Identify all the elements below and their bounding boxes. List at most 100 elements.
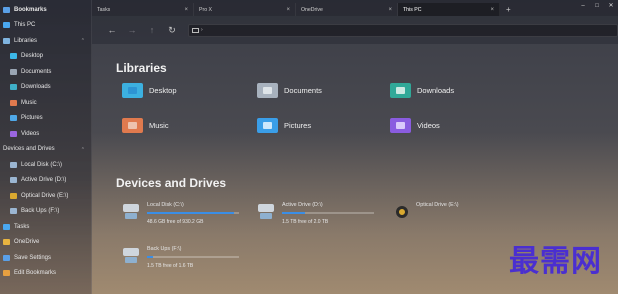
refresh-icon[interactable]: ↻ — [162, 25, 182, 36]
drive-name: Back Ups (F:\) — [147, 246, 182, 252]
sidebar-item[interactable]: Active Drive (D:\) — [0, 173, 91, 189]
close-window-button[interactable]: ✕ — [604, 0, 618, 12]
folder-badge-icon — [128, 122, 137, 129]
sidebar-item-label: Save Settings — [14, 254, 52, 261]
address-chevron-icon: › — [201, 27, 203, 33]
sidebar-item[interactable]: Pictures — [0, 111, 91, 127]
sidebar-item[interactable]: Tasks — [0, 219, 91, 235]
disk-icon — [10, 208, 17, 215]
minimize-button[interactable]: – — [576, 0, 590, 12]
sidebar-item-label: Pictures — [21, 115, 43, 122]
close-icon[interactable]: × — [286, 7, 290, 13]
sidebar-item-label: Videos — [21, 130, 40, 137]
sidebar-item-label: This PC — [14, 22, 36, 29]
tab-pro-x[interactable]: Pro X × — [194, 3, 296, 16]
documents-folder-icon — [257, 83, 278, 98]
drive-item[interactable]: Local Disk (C:\) 48.6 GB free of 930.2 GB — [122, 202, 239, 225]
library-label: Downloads — [417, 86, 455, 95]
maximize-button[interactable]: □ — [590, 0, 604, 12]
drive-item[interactable]: Optical Drive (E:\) — [390, 202, 459, 218]
drive-space: 1.5 TB free of 2.0 TB — [282, 219, 329, 225]
forward-arrow-icon[interactable]: → — [122, 25, 142, 35]
drive-info: Local Disk (C:\) 48.6 GB free of 930.2 GB — [147, 202, 239, 225]
drive-item[interactable]: Back Ups (F:\) 1.5 TB free of 1.6 TB — [122, 246, 239, 269]
tab-label: OneDrive — [301, 6, 323, 13]
sidebar-item[interactable]: Desktop — [0, 49, 91, 65]
usage-bar — [282, 212, 374, 214]
drive-info: Optical Drive (E:\) — [416, 202, 459, 212]
main-pane: Tasks × Pro X × OneDrive × This PC × + –… — [92, 0, 618, 294]
usage-bar-fill — [147, 212, 235, 214]
folder-badge-icon — [128, 87, 137, 94]
videos-folder-icon — [10, 130, 17, 137]
sidebar-item[interactable]: Downloads — [0, 80, 91, 96]
save-icon — [3, 254, 10, 261]
collapse-chevron-icon[interactable]: ⌃ — [81, 147, 85, 153]
library-item[interactable]: Desktop — [122, 83, 177, 98]
library-label: Documents — [284, 86, 322, 95]
tab-onedrive[interactable]: OneDrive × — [296, 3, 398, 16]
bookmark-icon — [3, 6, 10, 13]
libraries-heading: Libraries — [116, 61, 167, 75]
disk-icon — [10, 161, 17, 168]
tab-label: This PC — [403, 6, 422, 13]
sidebar-item-label: Libraries — [14, 37, 38, 44]
library-item[interactable]: Videos — [390, 118, 440, 133]
back-arrow-icon[interactable]: ← — [102, 25, 122, 35]
edit-icon — [3, 270, 10, 277]
disk-icon — [122, 246, 140, 266]
tab-tasks[interactable]: Tasks × — [92, 3, 194, 16]
close-icon[interactable]: × — [388, 7, 392, 13]
up-arrow-icon[interactable]: ↑ — [142, 25, 162, 35]
sidebar-item[interactable]: Videos — [0, 126, 91, 142]
library-item[interactable]: Music — [122, 118, 169, 133]
disk-icon — [122, 202, 140, 222]
drive-item[interactable]: Active Drive (D:\) 1.5 TB free of 2.0 TB — [257, 202, 374, 225]
sidebar-item-label: Tasks — [14, 223, 30, 230]
drive-space: 1.5 TB free of 1.6 TB — [147, 263, 194, 269]
optical-drive-icon — [396, 206, 408, 218]
library-item[interactable]: Pictures — [257, 118, 311, 133]
libraries-icon — [3, 37, 10, 44]
library-item[interactable]: Documents — [257, 83, 322, 98]
close-icon[interactable]: × — [490, 7, 494, 13]
sidebar-item[interactable]: Libraries ⌃ — [0, 33, 91, 49]
tab-label: Tasks — [97, 6, 111, 13]
sidebar-item[interactable]: Optical Drive (E:\) — [0, 188, 91, 204]
sidebar-item-label: Documents — [21, 68, 52, 75]
folder-badge-icon — [396, 87, 405, 94]
sidebar-item[interactable]: This PC — [0, 18, 91, 34]
sidebar-item[interactable]: Music — [0, 95, 91, 111]
sidebar-item[interactable]: Bookmarks — [0, 2, 91, 18]
sidebar-item[interactable]: Back Ups (F:\) — [0, 204, 91, 220]
sidebar-item[interactable]: Documents — [0, 64, 91, 80]
sidebar-item[interactable]: OneDrive — [0, 235, 91, 251]
usage-bar — [147, 256, 239, 258]
drive-info: Back Ups (F:\) 1.5 TB free of 1.6 TB — [147, 246, 239, 269]
library-label: Pictures — [284, 121, 312, 130]
folder-icon — [3, 239, 10, 246]
library-item[interactable]: Downloads — [390, 83, 454, 98]
library-label: Music — [149, 121, 169, 130]
folder-badge-icon — [263, 87, 272, 94]
sidebar-item-label: Edit Bookmarks — [14, 270, 57, 277]
usage-bar-fill — [282, 212, 305, 214]
address-bar[interactable]: › — [188, 23, 618, 37]
sidebar-item[interactable]: Local Disk (C:\) — [0, 157, 91, 173]
sidebar-item[interactable]: Devices and Drives ⌃ — [0, 142, 91, 158]
tab-this-pc[interactable]: This PC × — [398, 3, 500, 16]
videos-folder-icon — [390, 118, 411, 133]
sidebar-item-label: Optical Drive (E:\) — [21, 192, 69, 199]
close-icon[interactable]: × — [184, 7, 188, 13]
usage-bar — [147, 212, 239, 214]
drive-name: Active Drive (D:\) — [282, 202, 323, 208]
collapse-chevron-icon[interactable]: ⌃ — [81, 38, 85, 44]
downloads-folder-icon — [10, 84, 17, 91]
sidebar-item-label: Desktop — [21, 53, 44, 60]
desktop-folder-icon — [122, 83, 143, 98]
pictures-folder-icon — [257, 118, 278, 133]
sidebar-item[interactable]: Edit Bookmarks — [0, 266, 91, 282]
sidebar-item[interactable]: Save Settings — [0, 250, 91, 266]
disk-icon — [257, 202, 275, 222]
new-tab-button[interactable]: + — [506, 3, 511, 16]
